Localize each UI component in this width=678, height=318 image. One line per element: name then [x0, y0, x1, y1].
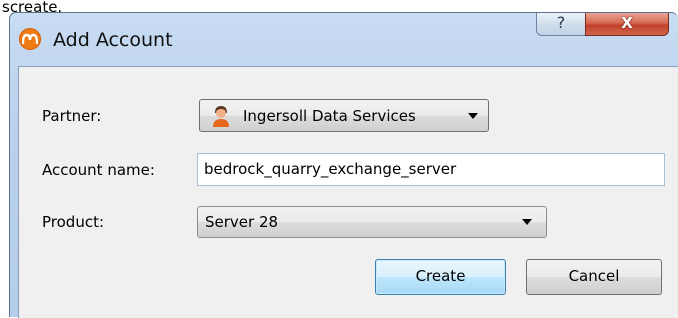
account-name-label: Account name: — [42, 161, 155, 179]
product-select[interactable]: Server 28 — [197, 206, 547, 238]
cancel-button[interactable]: Cancel — [526, 259, 662, 295]
person-icon — [212, 105, 230, 131]
title-bar[interactable]: Add Account ? X — [10, 13, 678, 57]
create-button[interactable]: Create — [375, 259, 506, 295]
add-account-dialog: Add Account ? X Partner: Ingersoll Data … — [9, 12, 678, 318]
help-button[interactable]: ? — [536, 13, 586, 36]
close-button[interactable]: X — [585, 13, 669, 36]
app-logo-icon — [19, 28, 41, 50]
account-name-input[interactable]: bedrock_quarry_exchange_server — [197, 153, 665, 186]
product-value: Server 28 — [205, 213, 279, 231]
dialog-body: Partner: Ingersoll Data Services Account… — [18, 66, 678, 318]
partner-value: Ingersoll Data Services — [243, 107, 416, 125]
chevron-down-icon — [468, 113, 478, 119]
partner-dropdown[interactable]: Ingersoll Data Services — [199, 99, 489, 132]
dialog-title: Add Account — [53, 29, 173, 51]
chevron-down-icon — [522, 219, 532, 225]
product-label: Product: — [42, 213, 105, 231]
partner-label: Partner: — [42, 107, 102, 125]
